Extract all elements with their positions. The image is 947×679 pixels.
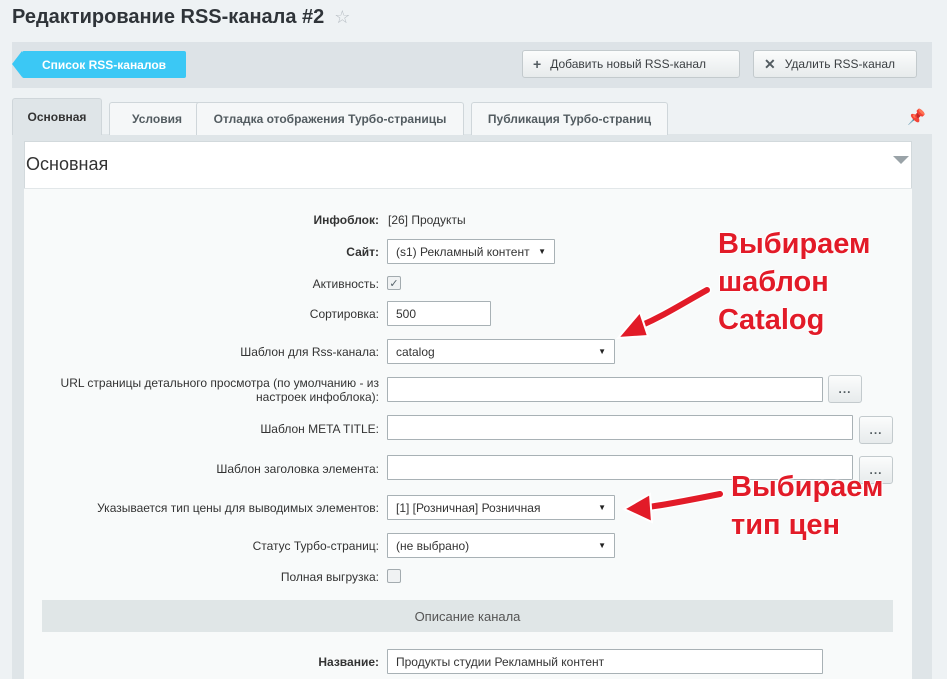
name-value: Продукты студии Рекламный контент (396, 654, 605, 669)
meta-title-label: Шаблон META TITLE: (260, 422, 379, 436)
page-title-text: Редактирование RSS-канала #2 (12, 6, 325, 28)
element-title-label: Шаблон заголовка элемента: (216, 462, 379, 476)
name-input[interactable]: Продукты студии Рекламный контент (387, 649, 823, 674)
turbo-status-value: (не выбрано) (396, 538, 470, 553)
price-type-value: [1] [Розничная] Розничная (396, 500, 541, 515)
detail-url-label: URL страницы детального просмотра (по ум… (61, 376, 379, 404)
site-value: (s1) Рекламный контент (396, 244, 530, 259)
star-icon[interactable]: ☆ (334, 7, 350, 28)
sort-label: Сортировка: (309, 307, 379, 321)
turbo-status-select[interactable]: (не выбрано) (387, 533, 615, 558)
site-label: Сайт: (346, 245, 379, 259)
detail-url-browse-button[interactable]: ... (828, 375, 862, 403)
channel-description-header: Описание канала (42, 600, 893, 632)
detail-url-input[interactable] (387, 377, 823, 402)
iblock-value: [26] Продукты (388, 213, 466, 227)
annotation-template-line3: Catalog (718, 304, 825, 336)
add-channel-label: Добавить новый RSS-канал (550, 57, 707, 71)
turbo-status-label: Статус Турбо-страниц: (252, 539, 379, 553)
pin-icon[interactable]: 📌 (907, 108, 926, 126)
template-select[interactable]: catalog (387, 339, 615, 364)
annotation-price: Выбираем тип цен (731, 468, 884, 544)
full-export-checkbox[interactable] (387, 569, 401, 583)
add-channel-button[interactable]: + Добавить новый RSS-канал (522, 50, 740, 78)
template-value: catalog (396, 344, 435, 359)
price-type-label: Указывается тип цены для выводимых элеме… (97, 501, 379, 515)
meta-title-insert-button[interactable]: ... (859, 416, 893, 444)
delete-channel-label: Удалить RSS-канал (784, 57, 896, 71)
section-title: Основная (26, 154, 109, 174)
plus-icon: + (533, 56, 542, 72)
tab-turbo-debug[interactable]: Отладка отображения Турбо-страницы (196, 102, 464, 135)
back-to-list-button[interactable]: Список RSS-каналов (12, 51, 186, 78)
template-label: Шаблон для Rss-канала: (240, 345, 379, 359)
active-checkbox[interactable]: ✓ (387, 276, 401, 290)
site-select[interactable]: (s1) Рекламный контент (387, 239, 555, 264)
annotation-template-line1: Выбираем (718, 228, 871, 260)
meta-title-input[interactable] (387, 415, 853, 440)
iblock-label: Инфоблок: (313, 213, 379, 227)
price-type-select[interactable]: [1] [Розничная] Розничная (387, 495, 615, 520)
delete-channel-button[interactable]: ✕ Удалить RSS-канал (753, 50, 917, 78)
page-title: Редактирование RSS-канала #2 ☆ (12, 6, 350, 29)
tab-turbo-publish[interactable]: Публикация Турбо-страниц (471, 102, 668, 135)
tab-conditions[interactable]: Условия (109, 102, 205, 135)
tab-main[interactable]: Основная (12, 98, 102, 135)
detail-url-label-line2: настроек инфоблока): (256, 390, 379, 404)
close-icon: ✕ (764, 55, 776, 72)
sort-input[interactable]: 500 (387, 301, 491, 326)
active-label: Активность: (312, 277, 379, 291)
name-label: Название: (318, 655, 379, 669)
sort-value: 500 (396, 306, 417, 321)
collapse-icon[interactable] (893, 156, 909, 164)
annotation-template-line2: шаблон (718, 266, 829, 298)
annotation-price-line1: Выбираем (731, 471, 884, 503)
annotation-price-line2: тип цен (731, 509, 841, 541)
detail-url-label-line1: URL страницы детального просмотра (по ум… (60, 376, 379, 390)
full-export-label: Полная выгрузка: (280, 570, 379, 584)
annotation-template: Выбираем шаблон Catalog (718, 225, 871, 339)
